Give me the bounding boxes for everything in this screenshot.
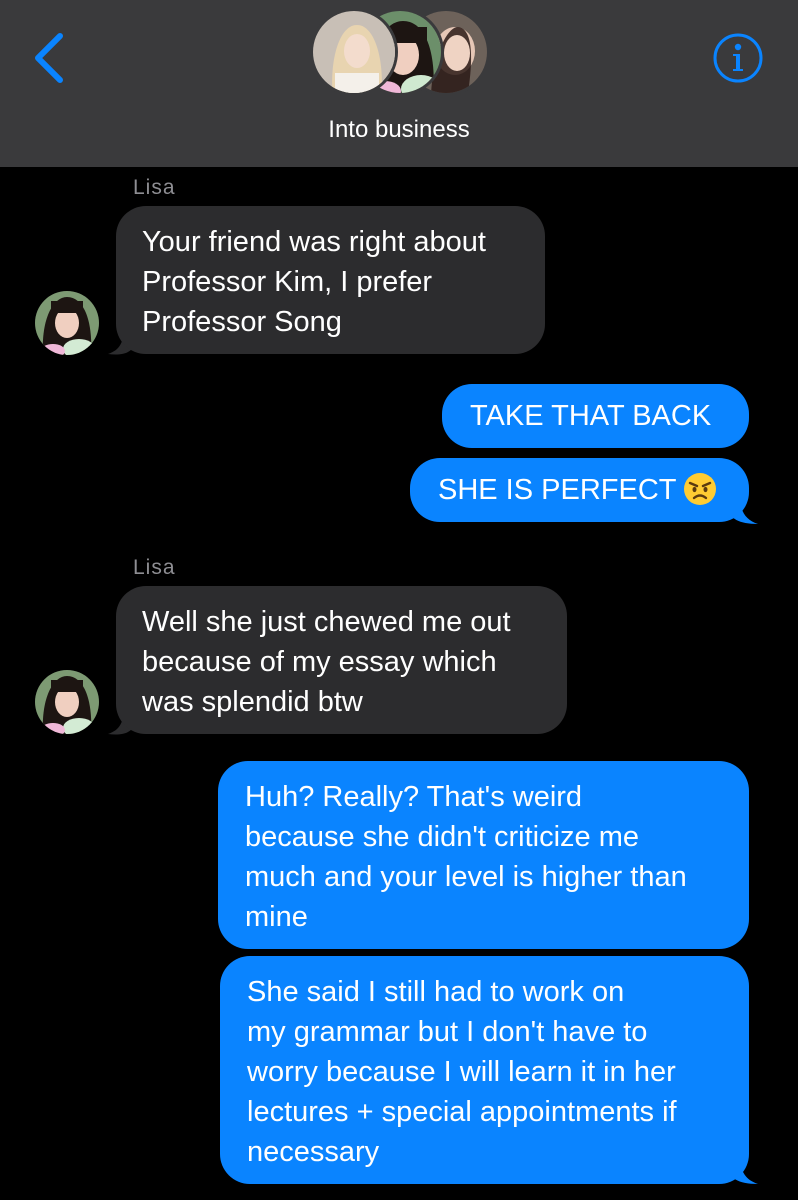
lisa-avatar[interactable] (35, 291, 99, 355)
message-line: Huh? Really? That's weird (245, 781, 583, 813)
message-line: because she didn't criticize me (245, 821, 640, 853)
message-bubble-outgoing[interactable]: TAKE THAT BACK (442, 384, 749, 448)
message-line: was splendid btw (142, 686, 363, 718)
chat-header: Into business (0, 0, 798, 167)
message-line: my grammar but I don't have to (247, 1016, 648, 1048)
back-button[interactable] (28, 30, 76, 86)
message-line: Professor Song (142, 306, 342, 338)
message-text: SHE IS PERFECT (438, 474, 677, 506)
message-line: much and your level is higher than (245, 861, 687, 893)
chat-title[interactable]: Into business (0, 116, 798, 144)
angry-face-emoji-icon (683, 473, 716, 506)
message-bubble-incoming[interactable]: Your friend was right about Professor Ki… (116, 206, 545, 354)
message-line: worry because I will learn it in her (247, 1056, 676, 1088)
message-bubble-outgoing[interactable]: She said I still had to work on my gramm… (220, 956, 749, 1184)
message-line: mine (245, 901, 308, 933)
message-line: lectures + special appointments if (247, 1096, 677, 1128)
message-line: because of my essay which (142, 646, 497, 678)
message-bubble-outgoing[interactable]: Huh? Really? That's weird because she di… (218, 761, 749, 949)
message-line: Well she just chewed me out (142, 606, 511, 638)
group-avatars[interactable] (310, 8, 490, 100)
message-line: She said I still had to work on (247, 976, 625, 1008)
message-line: Professor Kim, I prefer (142, 266, 433, 298)
chevron-left-icon (35, 33, 63, 83)
lisa-avatar[interactable] (35, 670, 99, 734)
message-line: Your friend was right about (142, 226, 486, 258)
sender-name: Lisa (133, 556, 176, 579)
message-bubble-outgoing[interactable]: SHE IS PERFECT (410, 458, 749, 522)
message-bubble-incoming[interactable]: Well she just chewed me out because of m… (116, 586, 567, 734)
info-button[interactable] (712, 32, 764, 84)
message-line: necessary (247, 1136, 380, 1168)
info-icon (713, 33, 763, 83)
sender-name: Lisa (133, 176, 176, 199)
group-avatar-1 (310, 8, 398, 96)
